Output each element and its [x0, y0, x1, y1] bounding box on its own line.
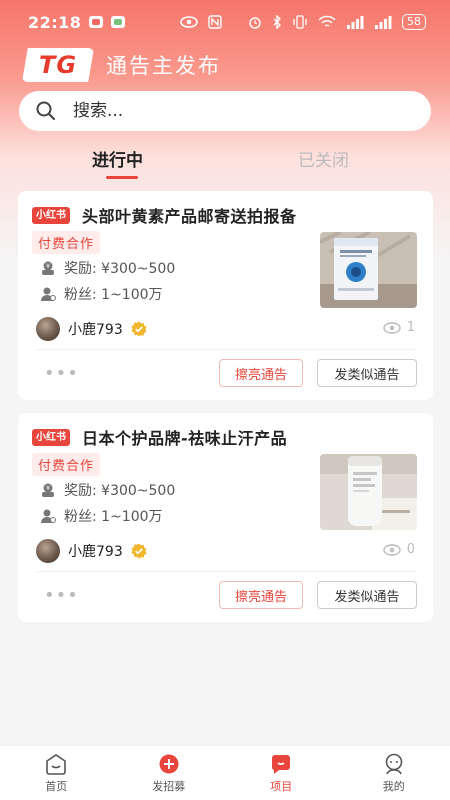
signal-icon-2	[375, 16, 392, 29]
mail-notification-icon	[89, 16, 104, 28]
nav-post-recruit-label: 发招募	[152, 779, 186, 793]
avatar[interactable]	[36, 317, 60, 341]
status-tabs: 进行中 已关闭	[0, 140, 450, 184]
product-thumbnail[interactable]	[320, 454, 417, 530]
nav-project[interactable]: 项目	[225, 746, 338, 800]
status-bar: 22:18 58	[0, 0, 450, 44]
fans-text: 粉丝: 1~100万	[64, 509, 163, 525]
card-title[interactable]: 日本个护品牌-祛味止汗产品	[82, 425, 287, 449]
product-thumbnail[interactable]	[320, 232, 417, 308]
wifi-icon	[318, 15, 336, 27]
divider	[36, 571, 416, 572]
tab-in-progress[interactable]: 进行中	[92, 146, 143, 171]
xiaohongshu-badge: 小红书	[32, 428, 70, 446]
nav-home-label: 首页	[45, 779, 68, 793]
verified-badge-icon	[131, 543, 147, 559]
reward-text: 奖励: ¥300~500	[64, 261, 176, 277]
alarm-icon	[249, 17, 261, 29]
verified-badge-icon	[131, 321, 147, 337]
fans-line: 粉丝: 1~100万	[40, 506, 163, 526]
card-title[interactable]: 头部叶黄素产品邮寄送拍报备	[82, 203, 297, 227]
plus-circle-icon	[159, 754, 179, 773]
nav-profile-label: 我的	[382, 779, 405, 793]
nav-project-label: 项目	[270, 779, 293, 793]
nav-home[interactable]: 首页	[0, 746, 113, 800]
fans-icon	[41, 509, 56, 523]
more-options-icon[interactable]: •••	[44, 585, 79, 606]
polish-announcement-button[interactable]: 擦亮通告	[219, 359, 303, 387]
tg-logo: TG	[22, 48, 94, 82]
author-name[interactable]: 小鹿793	[68, 541, 123, 561]
svg-text:¥: ¥	[46, 263, 50, 270]
search-icon	[36, 101, 56, 121]
eye-icon	[180, 16, 198, 28]
divider	[36, 349, 416, 350]
announcement-card[interactable]: 小红书 头部叶黄素产品邮寄送拍报备 付费合作 ¥ 奖励: ¥300~500 粉丝…	[18, 191, 433, 400]
svg-text:¥: ¥	[46, 485, 50, 492]
view-count: 0	[383, 542, 415, 557]
announcement-card[interactable]: 小红书 日本个护品牌-祛味止汗产品 付费合作 ¥ 奖励: ¥300~500 粉丝…	[18, 413, 433, 622]
bottom-navigation: 首页 发招募 项目 我的	[0, 745, 450, 800]
reward-line: ¥ 奖励: ¥300~500	[40, 480, 175, 500]
author-info[interactable]: 小鹿793	[36, 539, 147, 563]
search-bar[interactable]	[19, 91, 431, 131]
xiaohongshu-badge: 小红书	[32, 206, 70, 224]
avatar[interactable]	[36, 539, 60, 563]
reward-icon: ¥	[42, 483, 54, 497]
bluetooth-icon	[273, 15, 281, 29]
nav-profile[interactable]: 我的	[338, 746, 450, 800]
reward-icon: ¥	[42, 261, 54, 275]
eye-icon	[383, 321, 401, 334]
nfc-icon	[208, 15, 222, 29]
paid-cooperation-tag: 付费合作	[32, 453, 101, 476]
page-title: 通告主发布	[106, 54, 221, 78]
author-name[interactable]: 小鹿793	[68, 319, 123, 339]
nav-post-recruit[interactable]: 发招募	[113, 746, 226, 800]
vibrate-icon	[293, 15, 307, 29]
battery-indicator: 58	[402, 14, 426, 30]
view-count: 1	[383, 320, 415, 335]
fans-icon	[41, 287, 56, 301]
chat-notification-icon	[111, 16, 126, 28]
active-tab-indicator	[106, 176, 138, 179]
paid-cooperation-tag: 付费合作	[32, 231, 101, 254]
tab-closed[interactable]: 已关闭	[298, 146, 349, 171]
view-count-number: 0	[406, 542, 415, 557]
project-icon	[272, 754, 291, 774]
post-similar-button[interactable]: 发类似通告	[317, 359, 417, 387]
status-time: 22:18	[28, 12, 82, 32]
profile-icon	[385, 753, 403, 774]
app-header: TG 通告主发布	[22, 48, 221, 82]
signal-icon	[347, 16, 364, 29]
eye-icon	[383, 543, 401, 556]
more-options-icon[interactable]: •••	[44, 363, 79, 384]
view-count-number: 1	[406, 320, 415, 335]
reward-text: 奖励: ¥300~500	[64, 483, 176, 499]
fans-line: 粉丝: 1~100万	[40, 284, 163, 304]
reward-line: ¥ 奖励: ¥300~500	[40, 258, 175, 278]
polish-announcement-button[interactable]: 擦亮通告	[219, 581, 303, 609]
search-input[interactable]	[73, 101, 393, 121]
fans-text: 粉丝: 1~100万	[64, 287, 163, 303]
author-info[interactable]: 小鹿793	[36, 317, 147, 341]
home-icon	[46, 753, 67, 775]
post-similar-button[interactable]: 发类似通告	[317, 581, 417, 609]
